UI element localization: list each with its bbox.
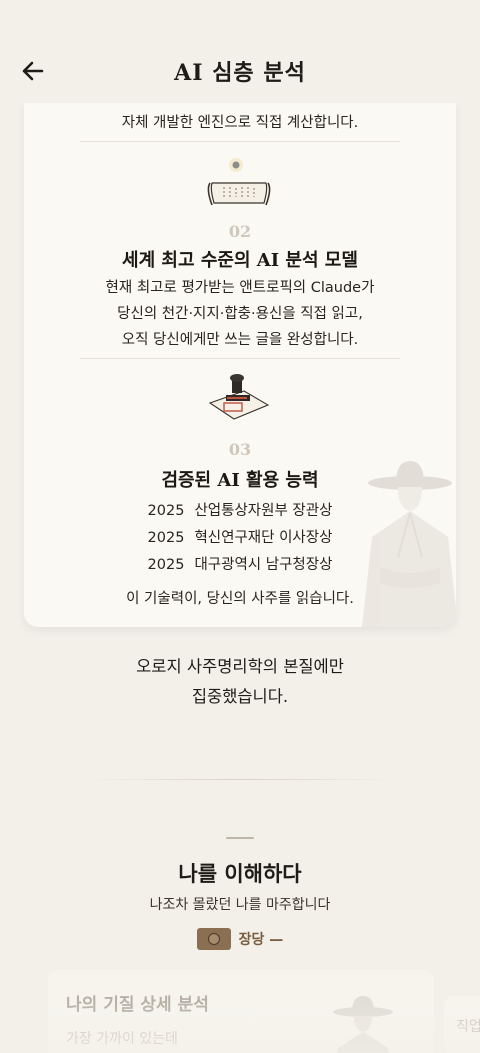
engine-description: 자체 개발한 엔진으로 직접 계산합니다. <box>121 115 359 131</box>
description-line: 현재 최고로 평가받는 앤트로픽의 Claude가 <box>105 280 375 296</box>
focus-line: 오로지 사주명리학의 본질에만 <box>136 657 344 676</box>
header: AI 심층 분석 <box>0 0 480 100</box>
seal-stamp-icon <box>208 374 270 420</box>
award-year: 2025 <box>147 503 185 519</box>
award-name: 혁신연구재단 이사장상 <box>194 530 333 546</box>
award-year: 2025 <box>147 557 185 573</box>
award-name: 대구광역시 남구청장상 <box>194 557 333 573</box>
scroll-icon <box>207 158 271 206</box>
description-line: 오직 당신에게만 쓰는 글을 완성합니다. <box>121 332 359 348</box>
focus-line: 집중했습니다. <box>191 687 289 706</box>
award-name: 산업통상자원부 장관상 <box>194 503 333 519</box>
analysis-card-subtitle: 가장 가까이 있는데 <box>66 1031 178 1047</box>
divider <box>80 358 400 359</box>
feature-title: 세계 최고 수준의 AI 분석 모델 <box>122 250 358 271</box>
back-button[interactable] <box>18 56 48 86</box>
divider <box>80 141 400 142</box>
scholar-illustration <box>333 996 393 1053</box>
step-number: 02 <box>228 222 252 241</box>
description-line: 당신의 천간·지지·합충·용신을 직접 읽고, <box>117 306 363 322</box>
section-separator <box>84 779 396 780</box>
feature-description: 현재 최고로 평가받는 앤트로픽의 Claude가 당신의 천간·지지·합충·용… <box>24 275 456 353</box>
analysis-card[interactable]: 나의 기질 상세 분석 가장 가까이 있는데 <box>48 970 434 1053</box>
price-tag: 장당 — <box>0 928 480 950</box>
next-card-label: 직업 <box>456 1019 480 1035</box>
section-dash <box>226 837 254 839</box>
analysis-card-title: 나의 기질 상세 분석 <box>66 995 209 1015</box>
award-year: 2025 <box>147 530 185 546</box>
features-card: 자체 개발한 엔진으로 직접 계산합니다. 02 세계 최고 수준의 AI 분석… <box>24 103 456 627</box>
focus-statement: 오로지 사주명리학의 본질에만 집중했습니다. <box>0 652 480 712</box>
scholar-illustration <box>362 461 456 627</box>
page-title: AI 심층 분석 <box>174 60 306 86</box>
arrow-left-icon <box>22 61 44 81</box>
next-analysis-card[interactable]: 직업 <box>444 996 480 1053</box>
section-title: 나를 이해하다 <box>178 861 302 886</box>
section-subtitle: 나조차 몰랐던 나를 마주합니다 <box>149 897 331 913</box>
coin-icon <box>196 928 231 950</box>
price-label: 장당 — <box>238 932 284 948</box>
